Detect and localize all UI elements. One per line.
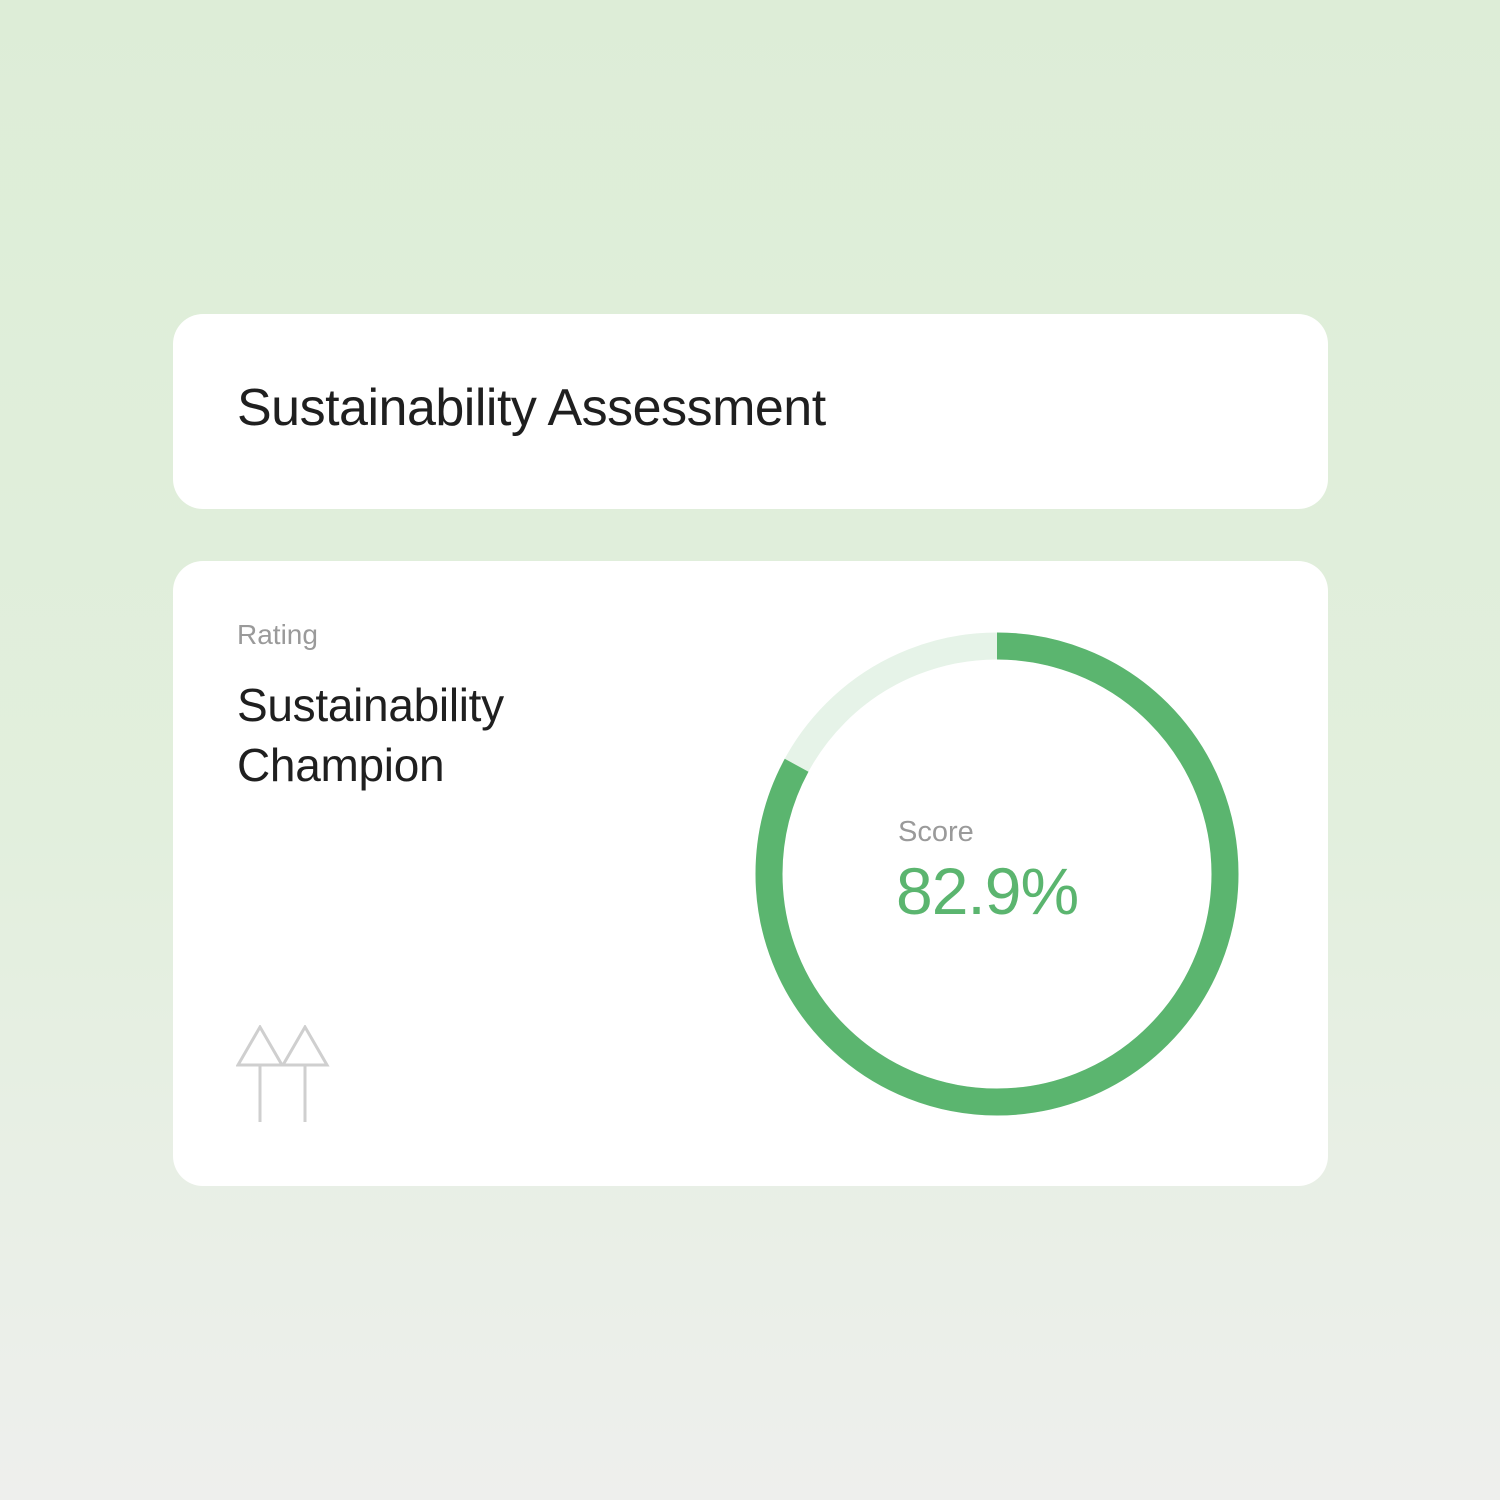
page-title: Sustainability Assessment	[237, 379, 826, 437]
rating-label: Rating	[237, 619, 318, 650]
score-value: 82.9%	[896, 854, 1079, 928]
score-display: Score 82.9%	[896, 816, 1079, 929]
rating-value: Sustainability Champion	[237, 679, 504, 791]
double-up-arrow-icon	[236, 1025, 330, 1122]
assessment-card: Rating Sustainability Champion Score 82.…	[173, 561, 1328, 1186]
header-card: Sustainability Assessment	[173, 314, 1328, 509]
score-label: Score	[898, 816, 974, 848]
